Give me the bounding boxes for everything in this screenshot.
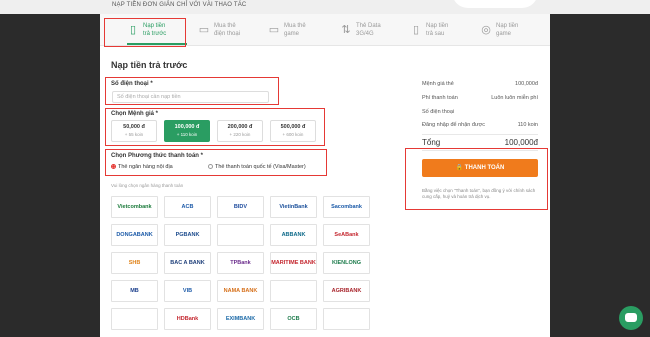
chat-icon <box>625 313 637 322</box>
page-title: Nạp tiền trả trước <box>111 60 188 70</box>
payment-option-label: Thẻ ngân hàng nội địa <box>118 164 173 170</box>
bank-option[interactable] <box>111 308 158 330</box>
denomination-bonus: + 600 koin <box>282 132 304 137</box>
phone-icon: ▯ <box>412 24 420 36</box>
divider <box>422 134 538 135</box>
summary-row: Phí thanh toán Luôn luôn miễn phí <box>422 95 538 103</box>
denomination-option-selected[interactable]: 100,000 đ + 110 koin <box>164 120 210 142</box>
payment-option-domestic[interactable]: Thẻ ngân hàng nội địa <box>111 164 173 170</box>
bank-option[interactable]: HDBank <box>164 308 211 330</box>
bank-option[interactable] <box>323 308 370 330</box>
radio-checked-icon <box>111 164 116 169</box>
phone-label: Số điện thoại * <box>111 81 153 87</box>
card-icon: ▭ <box>268 24 280 36</box>
card-icon: ▭ <box>198 24 210 36</box>
bank-option[interactable]: SeABank <box>323 224 370 246</box>
radio-unchecked-icon <box>208 164 213 169</box>
chat-button[interactable] <box>619 306 643 330</box>
payment-method-label: Chọn Phương thức thanh toán * <box>111 153 203 159</box>
bank-option[interactable] <box>270 280 317 302</box>
bank-option[interactable]: SHB <box>111 252 158 274</box>
denomination-value: 500,000 đ <box>280 124 306 130</box>
phone-input[interactable]: Số điện thoại cần nạp tiền <box>112 91 269 103</box>
summary-key: Số điện thoại <box>422 109 455 115</box>
bank-option[interactable] <box>217 224 264 246</box>
bank-option[interactable]: Vietcombank <box>111 196 158 218</box>
lock-icon: 🔒 <box>455 165 464 171</box>
bank-option[interactable]: KIENLONG <box>323 252 370 274</box>
bank-option[interactable]: MARITIME BANK <box>270 252 317 274</box>
summary-value: Luôn luôn miễn phí <box>491 95 538 101</box>
summary-key: Phí thanh toán <box>422 95 458 101</box>
denomination-bonus: + 55 koin <box>124 132 144 137</box>
highlight-box <box>405 148 548 210</box>
denomination-bonus: + 220 koin <box>229 132 251 137</box>
denomination-label: Chọn Mệnh giá * <box>111 111 158 117</box>
highlight-box <box>104 18 186 47</box>
bank-option[interactable]: DONGABANK <box>111 224 158 246</box>
bank-option[interactable]: AGRIBANK <box>323 280 370 302</box>
tab-game-topup[interactable]: ◎ Nạp tiền game <box>480 18 540 44</box>
header-decoration <box>452 0 538 8</box>
main-panel: ▯ Nạp tiền trả trước ▭ Mua thẻ điện thoạ… <box>100 14 550 337</box>
tab-label: Mua thẻ game <box>284 23 306 37</box>
bank-option[interactable]: VietinBank <box>270 196 317 218</box>
top-strip: NẠP TIỀN ĐƠN GIẢN CHỈ VỚI VÀI THAO TÁC <box>0 0 650 14</box>
summary-value: 100,000đ <box>515 81 538 87</box>
summary-key: Đăng nhập để nhận được <box>422 122 485 128</box>
terms-note: Bằng việc chọn "Thanh toán", bạn đồng ý … <box>422 188 536 199</box>
denomination-value: 50,000 đ <box>123 124 145 130</box>
denomination-bonus: + 110 koin <box>176 132 198 137</box>
bank-option[interactable]: EXIMBANK <box>217 308 264 330</box>
summary-key: Mệnh giá thẻ <box>422 81 454 87</box>
bank-option[interactable]: NAMA BANK <box>217 280 264 302</box>
pay-button[interactable]: 🔒 THANH TOÁN <box>422 159 538 177</box>
summary-row: Mệnh giá thẻ 100,000đ <box>422 81 538 89</box>
bank-option[interactable]: VIB <box>164 280 211 302</box>
summary-row: Đăng nhập để nhận được 110 koin <box>422 122 538 130</box>
total-label: Tổng <box>422 138 441 147</box>
denomination-option[interactable]: 200,000 đ + 220 koin <box>217 120 263 142</box>
tab-label: Nạp tiền game <box>496 23 519 37</box>
summary-value: 110 koin <box>517 122 538 128</box>
bank-option[interactable]: TPBank <box>217 252 264 274</box>
tab-buy-phone-card[interactable]: ▭ Mua thẻ điện thoại <box>198 18 258 44</box>
denomination-option[interactable]: 500,000 đ + 600 koin <box>270 120 316 142</box>
tab-label: Nạp tiền trả sau <box>426 23 449 37</box>
bank-option[interactable]: ACB <box>164 196 211 218</box>
bank-option[interactable]: BAC A BANK <box>164 252 211 274</box>
bank-option[interactable]: ABBANK <box>270 224 317 246</box>
tab-postpaid-topup[interactable]: ▯ Nạp tiền trả sau <box>410 18 470 44</box>
tab-buy-game-card[interactable]: ▭ Mua thẻ game <box>268 18 328 44</box>
total-value: 100,000đ <box>504 138 538 147</box>
page-tagline: NẠP TIỀN ĐƠN GIẢN CHỈ VỚI VÀI THAO TÁC <box>112 2 247 8</box>
gamepad-icon: ◎ <box>481 24 491 36</box>
bank-option[interactable]: Sacombank <box>323 196 370 218</box>
payment-option-label: Thẻ thanh toán quốc tế (Visa/Master) <box>215 164 306 170</box>
summary-row: Số điện thoại <box>422 109 538 117</box>
denomination-value: 100,000 đ <box>174 124 200 130</box>
tab-data-card[interactable]: ⇅ Thẻ Data 3G/4G <box>340 18 400 44</box>
pay-button-label: THANH TOÁN <box>464 165 505 171</box>
tab-label: Mua thẻ điện thoại <box>214 23 241 37</box>
bank-option[interactable]: OCB <box>270 308 317 330</box>
bank-option[interactable]: MB <box>111 280 158 302</box>
denomination-option[interactable]: 50,000 đ + 55 koin <box>111 120 157 142</box>
bank-option[interactable]: PGBANK <box>164 224 211 246</box>
bank-option[interactable]: BIDV <box>217 196 264 218</box>
data-icon: ⇅ <box>341 24 351 36</box>
tab-label: Thẻ Data 3G/4G <box>356 23 381 37</box>
bank-hint: Vui lòng chọn ngân hàng thanh toán <box>111 183 184 188</box>
payment-option-international[interactable]: Thẻ thanh toán quốc tế (Visa/Master) <box>208 164 306 170</box>
denomination-value: 200,000 đ <box>227 124 253 130</box>
